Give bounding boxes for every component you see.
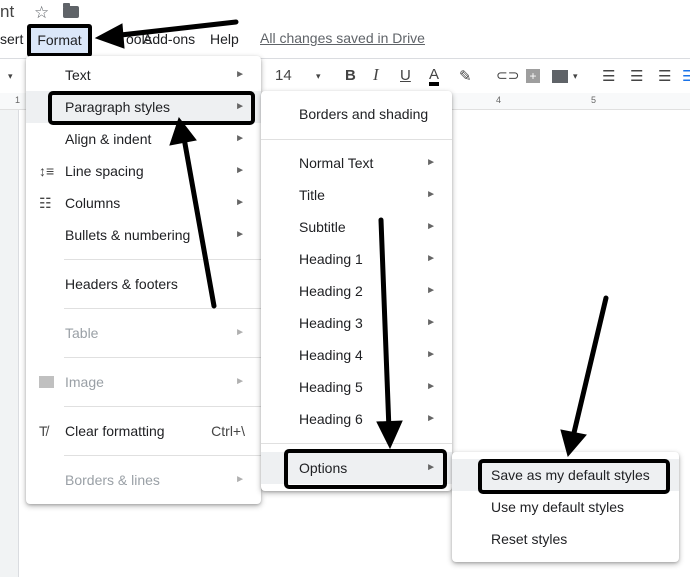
arrow-head <box>560 429 587 458</box>
arrow-head <box>376 420 403 450</box>
arrow-to-paragraph-styles <box>181 135 217 309</box>
arrow-to-save-default <box>570 295 609 440</box>
arrow-head <box>94 23 125 49</box>
arrow-head <box>169 116 197 146</box>
arrow-to-format-menu <box>109 19 239 39</box>
arrow-to-options <box>378 217 392 433</box>
annotation-arrows <box>94 19 609 458</box>
